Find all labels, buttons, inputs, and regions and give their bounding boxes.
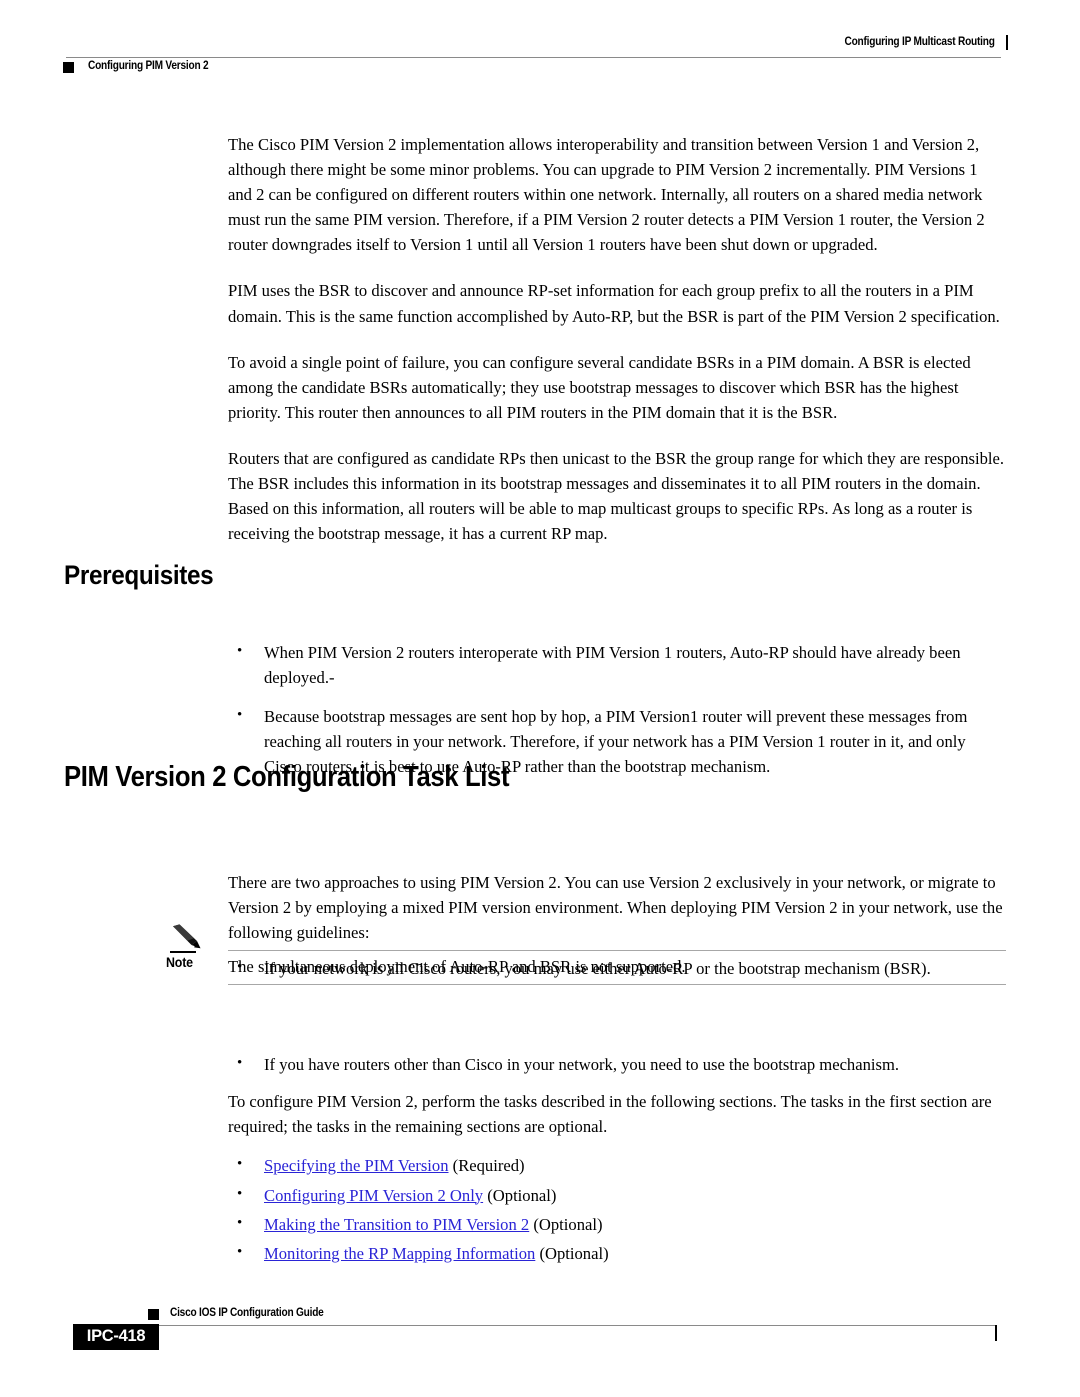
list-item: Specifying the PIM Version (Required) — [228, 1152, 1005, 1178]
list-item: Configuring PIM Version 2 Only (Optional… — [228, 1182, 1005, 1208]
footer-right-tick — [995, 1325, 997, 1341]
page-footer: Cisco IOS IP Configuration Guide IPC-418 — [0, 1302, 1080, 1362]
link-suffix: (Required) — [448, 1156, 525, 1176]
note-label: Note — [166, 955, 193, 970]
note-block-spacer — [228, 981, 1005, 1052]
tasklist-link-list: Specifying the PIM Version (Required) Co… — [228, 1152, 1005, 1266]
list-item: Monitoring the RP Mapping Information (O… — [228, 1240, 1005, 1266]
link-suffix: (Optional) — [535, 1243, 609, 1263]
link-specifying-pim-version[interactable]: Specifying the PIM Version — [264, 1156, 449, 1175]
page-number-badge: IPC-418 — [73, 1324, 159, 1350]
link-suffix: (Optional) — [529, 1214, 603, 1234]
list-item: Making the Transition to PIM Version 2 (… — [228, 1211, 1005, 1237]
note-icon-underline — [170, 951, 196, 953]
pencil-icon — [170, 924, 204, 950]
document-page: Configuring IP Multicast Routing Configu… — [0, 0, 1080, 1397]
footer-square-bullet-icon — [148, 1309, 159, 1320]
note-block: Note The simultaneous deployment of Auto… — [166, 924, 1006, 986]
page-title-prerequisites: Prerequisites — [64, 560, 214, 590]
header-rule — [66, 57, 1001, 58]
list-item: When PIM Version 2 routers interoperate … — [228, 639, 1005, 690]
paragraph-intro-1: The Cisco PIM Version 2 implementation a… — [228, 135, 985, 255]
paragraph-intro-2: PIM uses the BSR to discover and announc… — [228, 281, 1000, 326]
list-item: If you have routers other than Cisco in … — [228, 1051, 1005, 1077]
prerequisites-bullet-list: When PIM Version 2 routers interoperate … — [228, 639, 1005, 778]
header-square-bullet-icon — [63, 62, 74, 73]
note-rule-bottom — [228, 984, 1006, 986]
body-column: The Cisco PIM Version 2 implementation a… — [228, 132, 1005, 1285]
paragraph-tasklist-closing: To configure PIM Version 2, perform the … — [228, 1092, 992, 1137]
header-left-title: Configuring PIM Version 2 — [88, 60, 209, 72]
header-right-tick — [1006, 35, 1008, 50]
header-right-title: Configuring IP Multicast Routing — [844, 36, 995, 48]
paragraph-intro-3: To avoid a single point of failure, you … — [228, 352, 971, 422]
link-configuring-pim-version-2-only[interactable]: Configuring PIM Version 2 Only — [264, 1186, 483, 1205]
page-title-pim-version-2-configuration-task-list: PIM Version 2 Configuration Task List — [64, 761, 510, 793]
tasklist-heading-spacer — [228, 798, 1005, 870]
footer-rule — [148, 1325, 995, 1326]
link-monitoring-the-rp-mapping-information[interactable]: Monitoring the RP Mapping Information — [264, 1244, 535, 1263]
tasklist-bullet-list-after-note: If you have routers other than Cisco in … — [228, 1051, 1005, 1077]
note-text: The simultaneous deployment of Auto-RP a… — [228, 957, 686, 976]
footer-guide-title: Cisco IOS IP Configuration Guide — [170, 1307, 324, 1319]
link-suffix: (Optional) — [483, 1185, 557, 1205]
prerequisites-heading-spacer — [228, 588, 1005, 640]
paragraph-intro-4: Routers that are configured as candidate… — [228, 448, 1005, 544]
link-making-the-transition-to-pim-version-2[interactable]: Making the Transition to PIM Version 2 — [264, 1215, 529, 1234]
note-rule-top — [228, 950, 1006, 952]
running-header: Configuring IP Multicast Routing Configu… — [0, 35, 1080, 82]
